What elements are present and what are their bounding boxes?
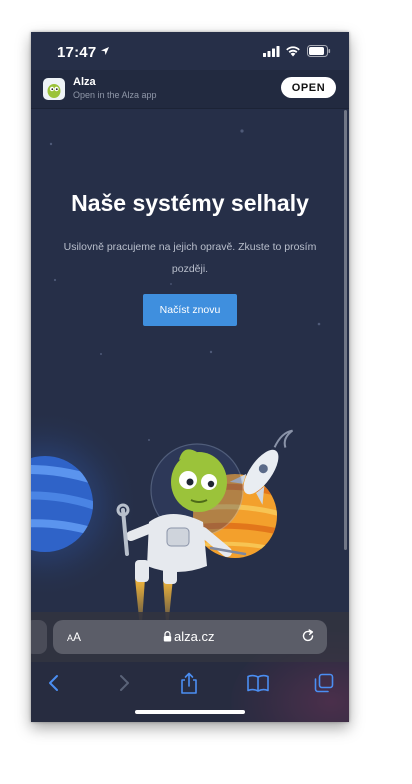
status-bar: 17:47	[31, 32, 349, 70]
error-message-line-2: později.	[171, 263, 209, 275]
reload-icon[interactable]	[301, 629, 315, 643]
phone-screen: 17:47 Alza Open in the Alza app OPEN Naš…	[31, 32, 349, 722]
open-in-app-button[interactable]: OPEN	[281, 77, 336, 98]
browser-toolbar	[31, 662, 349, 722]
share-icon[interactable]	[174, 670, 204, 696]
error-message: Usilovně pracujeme na jejich opravě. Zku…	[49, 236, 331, 280]
address-bar-area: AA alza.cz	[31, 612, 349, 662]
error-message-line-1: Usilovně pracujeme na jejich opravě. Zku…	[63, 241, 317, 253]
astronaut-illustration	[31, 409, 294, 638]
forward-icon[interactable]	[109, 670, 139, 696]
tabs-icon[interactable]	[309, 670, 339, 696]
address-bar[interactable]: AA alza.cz	[53, 620, 327, 654]
page-title: Naše systémy selhaly	[71, 190, 309, 216]
reload-button[interactable]: Načíst znovu	[143, 294, 237, 326]
banner-subtitle: Open in the Alza app	[73, 90, 157, 100]
url-domain: alza.cz	[174, 629, 215, 644]
wifi-icon	[286, 46, 300, 57]
back-icon[interactable]	[39, 670, 69, 696]
alza-app-icon	[43, 78, 65, 100]
smart-app-banner[interactable]: Alza Open in the Alza app OPEN	[31, 70, 349, 109]
home-indicator[interactable]	[135, 710, 245, 714]
lock-icon	[163, 631, 172, 642]
page-scrollbar[interactable]	[344, 110, 347, 550]
cellular-signal-icon	[263, 46, 280, 57]
location-arrow-icon	[101, 47, 109, 55]
battery-icon	[307, 45, 331, 57]
bookmarks-icon[interactable]	[243, 670, 273, 696]
banner-app-name: Alza	[73, 76, 96, 88]
previous-tab-edge[interactable]	[31, 620, 47, 654]
clock: 17:47	[57, 44, 97, 61]
text-size-button[interactable]: AA	[67, 630, 81, 644]
